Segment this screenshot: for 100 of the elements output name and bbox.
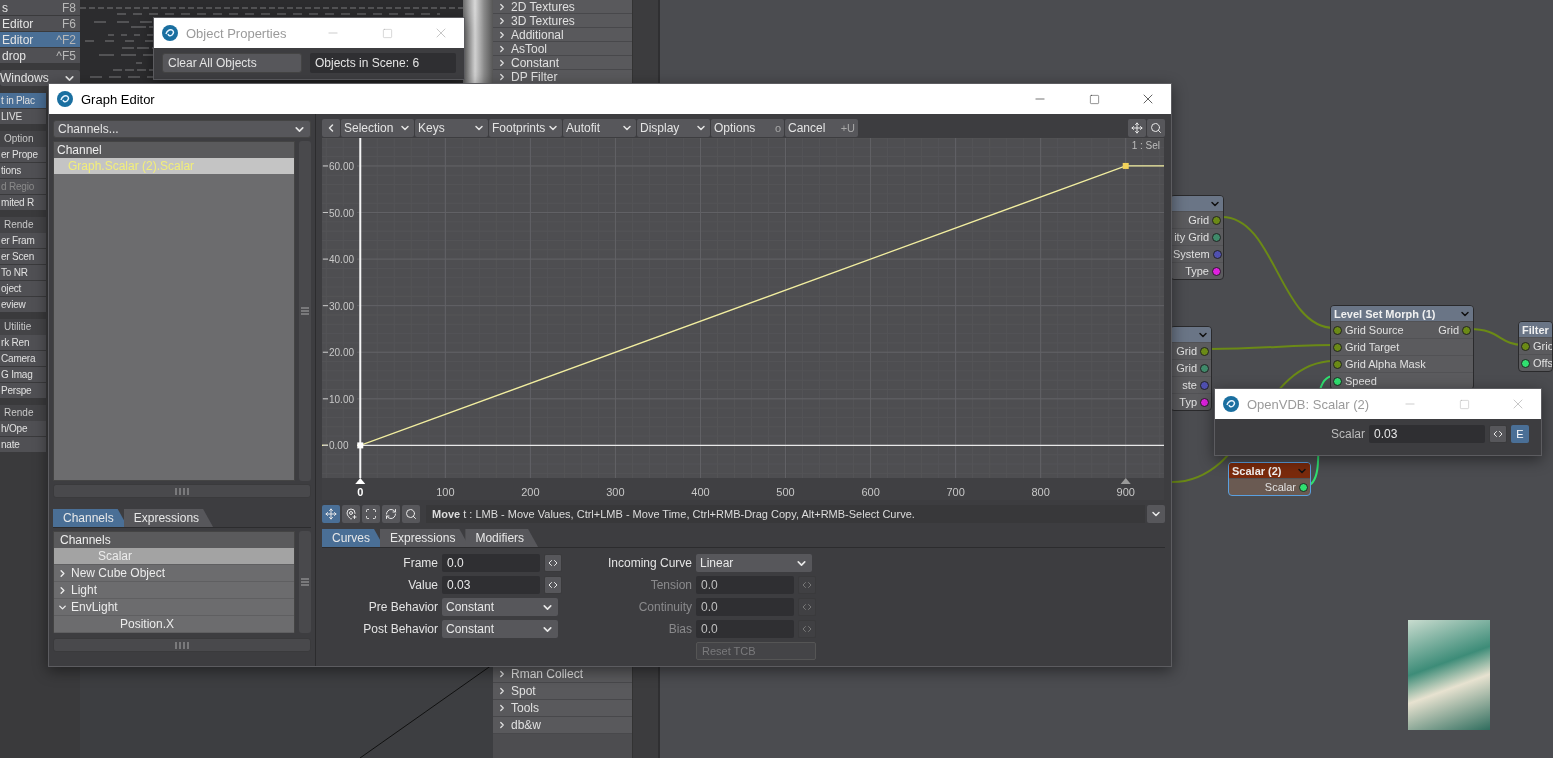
back-button[interactable] bbox=[322, 119, 340, 137]
scrollbar[interactable] bbox=[53, 638, 311, 652]
menu-button[interactable]: Perspe bbox=[0, 383, 46, 399]
port-dot[interactable] bbox=[1521, 358, 1530, 368]
menu-button[interactable]: er Prope bbox=[0, 147, 46, 163]
port-dot[interactable] bbox=[1212, 249, 1222, 259]
port-dot[interactable] bbox=[1212, 215, 1221, 225]
port-dot[interactable] bbox=[1333, 342, 1342, 352]
port-dot[interactable] bbox=[1200, 346, 1209, 356]
menu-button[interactable]: LIVE bbox=[0, 109, 46, 125]
port-label: Grid bbox=[1188, 214, 1209, 226]
node-card[interactable]: Scalar (2) Scalar bbox=[1228, 462, 1311, 496]
clear-objects-button[interactable]: Clear All Objects bbox=[162, 53, 302, 73]
menu-button[interactable]: nate bbox=[0, 437, 46, 453]
port-dot[interactable] bbox=[1212, 266, 1221, 276]
menu-button[interactable]: mited R bbox=[0, 195, 46, 211]
menu-button[interactable]: Autofit bbox=[563, 119, 636, 137]
zoom-button[interactable] bbox=[1147, 119, 1165, 137]
windows-dropdown[interactable]: Windows bbox=[0, 70, 80, 86]
menu-button[interactable]: er Scen bbox=[0, 249, 46, 265]
menu-button[interactable]: To NR bbox=[0, 265, 46, 281]
port-dot[interactable] bbox=[1200, 397, 1209, 407]
menu-button[interactable]: tions bbox=[0, 163, 46, 179]
number-field[interactable]: 0.03 bbox=[442, 576, 540, 594]
stepper-button[interactable] bbox=[544, 554, 562, 572]
pan-button[interactable] bbox=[1128, 119, 1146, 137]
menu-item[interactable]: Editor F6 bbox=[0, 16, 80, 32]
node-list-item[interactable]: Spot bbox=[493, 683, 632, 700]
menu-button[interactable]: er Fram bbox=[0, 233, 46, 249]
tree-item[interactable]: EnvLight bbox=[54, 599, 294, 616]
menu-button[interactable]: rk Ren bbox=[0, 335, 46, 351]
dropdown-button[interactable] bbox=[1147, 505, 1165, 523]
node-card[interactable]: Filter Gric Offs bbox=[1518, 321, 1553, 372]
menu-button[interactable]: Display bbox=[637, 119, 710, 137]
node-list-item[interactable]: Additional bbox=[493, 28, 632, 42]
number-field[interactable]: 0.03 bbox=[1369, 425, 1485, 443]
tree-item[interactable]: Position.X bbox=[54, 616, 294, 633]
menu-button[interactable]: Selection bbox=[341, 119, 414, 137]
scrollbar[interactable] bbox=[53, 484, 311, 498]
menu-button[interactable]: Keys bbox=[415, 119, 488, 137]
envelope-button[interactable]: E bbox=[1511, 425, 1529, 443]
maximize-icon bbox=[381, 27, 393, 39]
node-list-item[interactable]: Tools bbox=[493, 700, 632, 717]
port-dot[interactable] bbox=[1299, 482, 1308, 492]
dropdown[interactable]: Linear bbox=[696, 554, 812, 572]
command-button[interactable]: Options o bbox=[711, 119, 784, 137]
tool-button[interactable] bbox=[382, 505, 400, 523]
port-dot[interactable] bbox=[1212, 232, 1221, 242]
menu-button[interactable]: G Imag bbox=[0, 367, 46, 383]
tool-button[interactable] bbox=[342, 505, 360, 523]
scrollbar[interactable] bbox=[299, 141, 311, 481]
node-list-item[interactable]: db&w bbox=[493, 717, 632, 734]
menu-item[interactable]: drop ^F5 bbox=[0, 48, 80, 64]
grip-icon bbox=[301, 578, 309, 586]
shortcut-label: ^F2 bbox=[56, 32, 76, 47]
port-dot[interactable] bbox=[1200, 363, 1209, 373]
node-card[interactable]: Level Set Morph (1) Grid Source Grid Grid Target Grid Alpha Mask Speed bbox=[1330, 305, 1474, 390]
app-logo-icon bbox=[162, 25, 178, 41]
tab[interactable]: Modifiers bbox=[465, 529, 539, 547]
port-dot[interactable] bbox=[1333, 325, 1342, 335]
port-dot[interactable] bbox=[1333, 376, 1342, 386]
stepper-button[interactable] bbox=[1489, 425, 1507, 443]
port-dot[interactable] bbox=[1462, 325, 1471, 335]
node-list-item[interactable]: DP Filter bbox=[493, 70, 632, 84]
menu-item[interactable]: Editor ^F2 bbox=[0, 32, 80, 48]
chevron-right-icon bbox=[497, 1, 507, 12]
axis-tick-label: 60.00 bbox=[329, 160, 355, 172]
node-list-item[interactable]: 2D Textures bbox=[493, 0, 632, 14]
menu-item[interactable]: s F8 bbox=[0, 0, 80, 16]
key-point[interactable] bbox=[357, 442, 364, 449]
node-card[interactable]: Grid ity Grid System Type bbox=[1170, 195, 1224, 280]
node-list-item[interactable]: Constant bbox=[493, 56, 632, 70]
key-point[interactable] bbox=[1122, 162, 1129, 169]
tree-item[interactable]: Light bbox=[54, 582, 294, 599]
tool-button[interactable] bbox=[402, 505, 420, 523]
grip-icon bbox=[175, 487, 189, 495]
menu-button[interactable]: t in Plac bbox=[0, 93, 46, 109]
menu-button[interactable]: h/Ope bbox=[0, 421, 46, 437]
menu-button[interactable]: eview bbox=[0, 297, 46, 313]
channels-dropdown[interactable]: Channels... bbox=[53, 120, 311, 138]
node-card[interactable]: Grid Grid ste Typ bbox=[1170, 326, 1212, 411]
menu-button[interactable]: Camera bbox=[0, 351, 46, 367]
dropdown[interactable]: Constant bbox=[442, 598, 558, 616]
port-dot[interactable] bbox=[1333, 359, 1342, 369]
tree-item[interactable]: New Cube Object bbox=[54, 565, 294, 582]
field-label: Post Behavior bbox=[362, 622, 438, 636]
stepper-button[interactable] bbox=[544, 576, 562, 594]
dropdown[interactable]: Constant bbox=[442, 620, 558, 638]
node-list-item[interactable]: AsTool bbox=[493, 42, 632, 56]
tab[interactable]: Expressions bbox=[123, 509, 214, 527]
command-button[interactable]: Cancel +U bbox=[785, 119, 858, 137]
node-list-item[interactable]: 3D Textures bbox=[493, 14, 632, 28]
number-field[interactable]: 0.0 bbox=[442, 554, 540, 572]
port-dot[interactable] bbox=[1200, 380, 1209, 390]
tool-button[interactable] bbox=[362, 505, 380, 523]
port-dot[interactable] bbox=[1521, 341, 1530, 351]
scrollbar[interactable] bbox=[299, 531, 311, 633]
menu-button[interactable]: Footprints bbox=[489, 119, 562, 137]
tool-button[interactable] bbox=[322, 505, 340, 523]
menu-button[interactable]: oject bbox=[0, 281, 46, 297]
